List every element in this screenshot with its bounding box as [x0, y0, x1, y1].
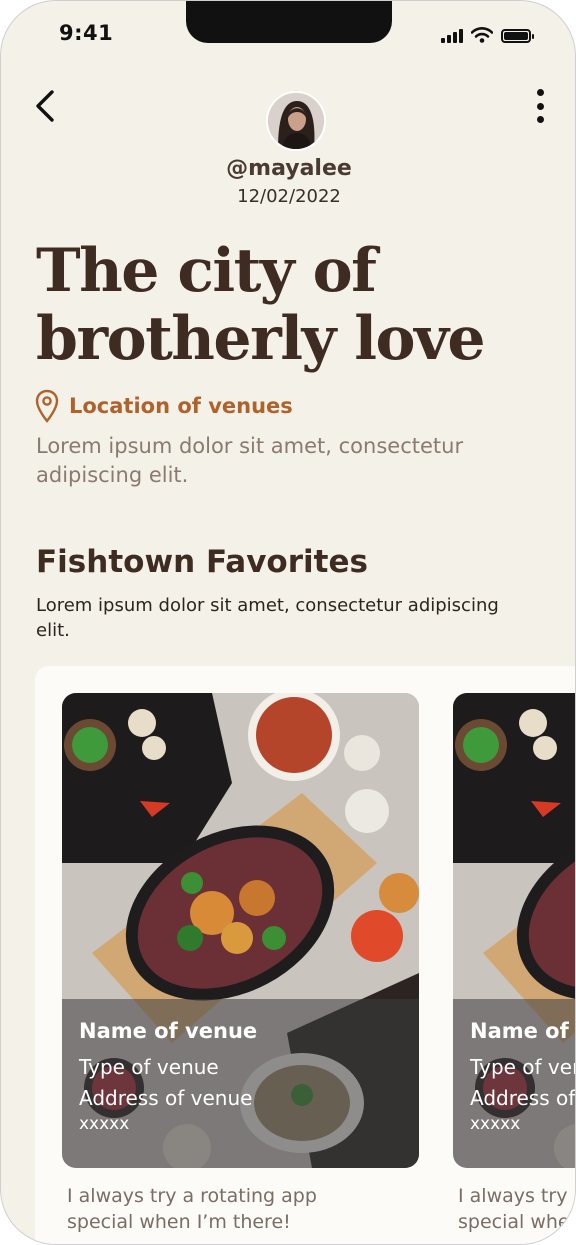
location-link[interactable]: Location of venues — [35, 389, 293, 423]
venue-extra: xxxxx — [470, 1114, 521, 1134]
battery-icon — [501, 29, 534, 43]
avatar[interactable] — [266, 91, 326, 151]
venue-extra: xxxxx — [79, 1114, 130, 1134]
venue-card[interactable]: Name of venue Type of venue Address of v… — [62, 693, 419, 1168]
more-vertical-icon[interactable] — [533, 89, 547, 123]
section-description: Lorem ipsum dolor sit amet, consectetur … — [36, 595, 499, 641]
venue-address: Address of venue — [79, 1086, 253, 1110]
venue-name: Name of venue — [470, 1019, 575, 1043]
venue-name: Name of venue — [79, 1019, 258, 1043]
username[interactable]: @mayalee — [1, 156, 575, 181]
venue-type: Type of venue — [79, 1055, 219, 1079]
location-label: Location of venues — [69, 394, 293, 418]
venue-quote: I always try a rotating appspecial when … — [458, 1185, 575, 1233]
device-notch — [186, 1, 392, 43]
venue-card[interactable]: Name of venue Type of venue Address of v… — [453, 693, 576, 1168]
chevron-left-icon[interactable] — [33, 89, 57, 123]
section-title: Fishtown Favorites — [36, 544, 368, 580]
map-pin-icon — [35, 389, 59, 423]
post-date: 12/02/2022 — [237, 186, 341, 207]
phone-frame: 9:41 @mayalee 12/02/2022 The city of bro… — [0, 0, 576, 1245]
signal-icon — [441, 29, 463, 43]
venue-type: Type of venue — [470, 1055, 575, 1079]
page-title: The city of brotherly love — [36, 236, 486, 374]
status-time: 9:41 — [59, 21, 114, 45]
status-icons — [441, 27, 534, 43]
venue-quote: I always try a rotating appspecial when … — [67, 1185, 317, 1233]
venue-address: Address of venue — [470, 1086, 576, 1110]
wifi-icon — [471, 27, 493, 43]
post-description: Lorem ipsum dolor sit amet, consectetur … — [36, 434, 464, 487]
